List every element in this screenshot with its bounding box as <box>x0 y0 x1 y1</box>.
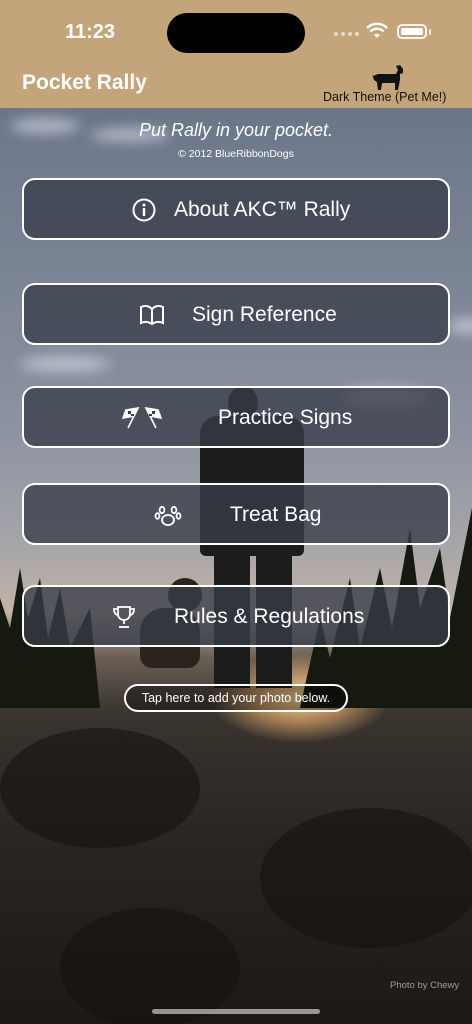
dynamic-island <box>167 13 305 53</box>
wifi-icon <box>366 22 388 38</box>
dark-theme-toggle[interactable]: Dark Theme (Pet Me!) <box>318 64 456 106</box>
battery-icon <box>397 24 427 39</box>
home-indicator[interactable] <box>152 1009 320 1014</box>
rules-regulations-label: Rules & Regulations <box>174 605 365 628</box>
copyright-text: © 2012 BlueRibbonDogs <box>178 148 294 160</box>
about-akc-rally-button[interactable]: About AKC™ Rally <box>22 178 450 240</box>
app-title: Pocket Rally <box>22 71 147 94</box>
practice-signs-label: Practice Signs <box>218 406 353 429</box>
dog-icon <box>372 65 403 90</box>
about-akc-rally-label: About AKC™ Rally <box>174 198 351 221</box>
treat-bag-label: Treat Bag <box>230 503 322 526</box>
sign-reference-button[interactable]: Sign Reference <box>22 283 450 345</box>
add-photo-button[interactable]: Tap here to add your photo below. <box>124 684 348 712</box>
sign-reference-label: Sign Reference <box>192 303 337 326</box>
status-time: 11:23 <box>65 21 116 43</box>
practice-signs-button[interactable]: Practice Signs <box>22 386 450 448</box>
book-icon <box>140 304 164 326</box>
photo-credit: Photo by Chewy <box>390 980 460 991</box>
paw-icon <box>154 505 182 526</box>
background-photo <box>0 108 472 1024</box>
rules-regulations-button[interactable]: Rules & Regulations <box>22 585 450 647</box>
treat-bag-button[interactable]: Treat Bag <box>22 483 450 545</box>
trophy-icon <box>113 606 135 628</box>
checkered-flags-icon <box>122 406 162 429</box>
dark-theme-label: Dark Theme (Pet Me!) <box>323 90 447 104</box>
info-icon <box>132 198 156 222</box>
battery-tip <box>429 29 431 35</box>
cellular-signal-icon <box>334 32 359 36</box>
tagline: Put Rally in your pocket. <box>138 120 334 140</box>
